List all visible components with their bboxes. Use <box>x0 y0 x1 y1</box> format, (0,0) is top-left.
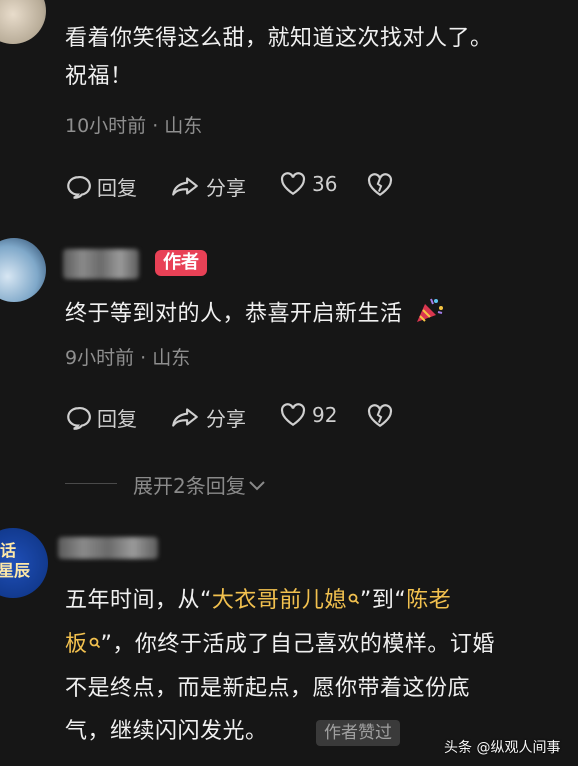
share-icon <box>170 174 200 200</box>
comment-text-body: 终于等到对的人，恭喜开启新生活 <box>65 301 403 327</box>
comment-text: 祝福！ <box>65 64 133 89</box>
username-blurred <box>63 249 139 279</box>
avatar[interactable] <box>0 238 46 302</box>
avatar[interactable] <box>0 0 46 44</box>
watermark: 头条 @纵观人间事 <box>444 740 561 756</box>
heart-icon <box>280 403 306 427</box>
comment-text-segment: ”到“ <box>359 588 407 613</box>
broken-heart-icon <box>367 173 393 201</box>
comment-meta: 10小时前 · 山东 <box>65 115 203 137</box>
keyword-link[interactable]: 大衣哥前儿媳 <box>212 588 360 613</box>
reply-label: 回复 <box>97 176 137 200</box>
comment-text: 不是终点，而是新起点，愿你带着这份底 <box>65 676 471 701</box>
expand-replies-label: 展开2条回复 <box>133 474 246 498</box>
keyword-link[interactable]: 陈老 <box>406 588 451 613</box>
author-badge: 作者 <box>155 250 207 276</box>
comment-text-segment: 五年时间，从“ <box>65 588 212 613</box>
expand-divider <box>65 483 117 484</box>
keyword-text: 板 <box>65 632 88 657</box>
username-blurred <box>58 537 158 559</box>
share-label: 分享 <box>206 176 246 200</box>
like-count: 36 <box>312 172 338 196</box>
comment-icon <box>65 174 91 200</box>
like-button[interactable]: 36 <box>280 172 337 196</box>
chevron-down-icon <box>248 473 266 497</box>
share-button[interactable]: 分享 <box>170 403 246 432</box>
author-liked-badge: 作者赞过 <box>316 720 400 746</box>
heart-icon <box>280 172 306 196</box>
like-button[interactable]: 92 <box>280 403 337 427</box>
comment-text: 终于等到对的人，恭喜开启新生活 <box>65 296 444 333</box>
avatar-text-line: 话 <box>0 541 17 560</box>
reply-button[interactable]: 回复 <box>65 172 137 201</box>
reply-button[interactable]: 回复 <box>65 403 137 432</box>
broken-heart-icon <box>367 404 393 432</box>
expand-replies-button[interactable]: 展开2条回复 <box>133 470 266 499</box>
search-icon <box>89 630 101 660</box>
share-icon <box>170 405 200 431</box>
comment-icon <box>65 405 91 431</box>
share-label: 分享 <box>206 407 246 431</box>
comment-meta: 9小时前 · 山东 <box>65 347 191 369</box>
avatar[interactable]: 话 星辰 <box>0 528 48 598</box>
keyword-text: 大衣哥前儿媳 <box>211 588 347 613</box>
comment-text: 板 ”，你终于活成了自己喜欢的模样。订婚 <box>65 630 495 660</box>
share-button[interactable]: 分享 <box>170 172 246 201</box>
comment-text: 看着你笑得这么甜，就知道这次找对人了。 <box>65 26 493 51</box>
comment-text: 气，继续闪闪发光。 <box>65 719 268 744</box>
reply-label: 回复 <box>97 407 137 431</box>
avatar-text: 话 星辰 <box>0 541 30 581</box>
like-count: 92 <box>312 403 338 427</box>
party-popper-icon <box>414 296 444 333</box>
avatar-text-line: 星辰 <box>0 561 31 580</box>
dislike-button[interactable] <box>367 173 393 201</box>
keyword-link[interactable]: 板 <box>65 632 101 657</box>
search-icon <box>348 586 360 616</box>
comment-text-segment: ”，你终于活成了自己喜欢的模样。订婚 <box>100 632 495 657</box>
comment-text: 五年时间，从“大衣哥前儿媳 ”到“陈老 <box>65 586 451 616</box>
dislike-button[interactable] <box>367 404 393 432</box>
